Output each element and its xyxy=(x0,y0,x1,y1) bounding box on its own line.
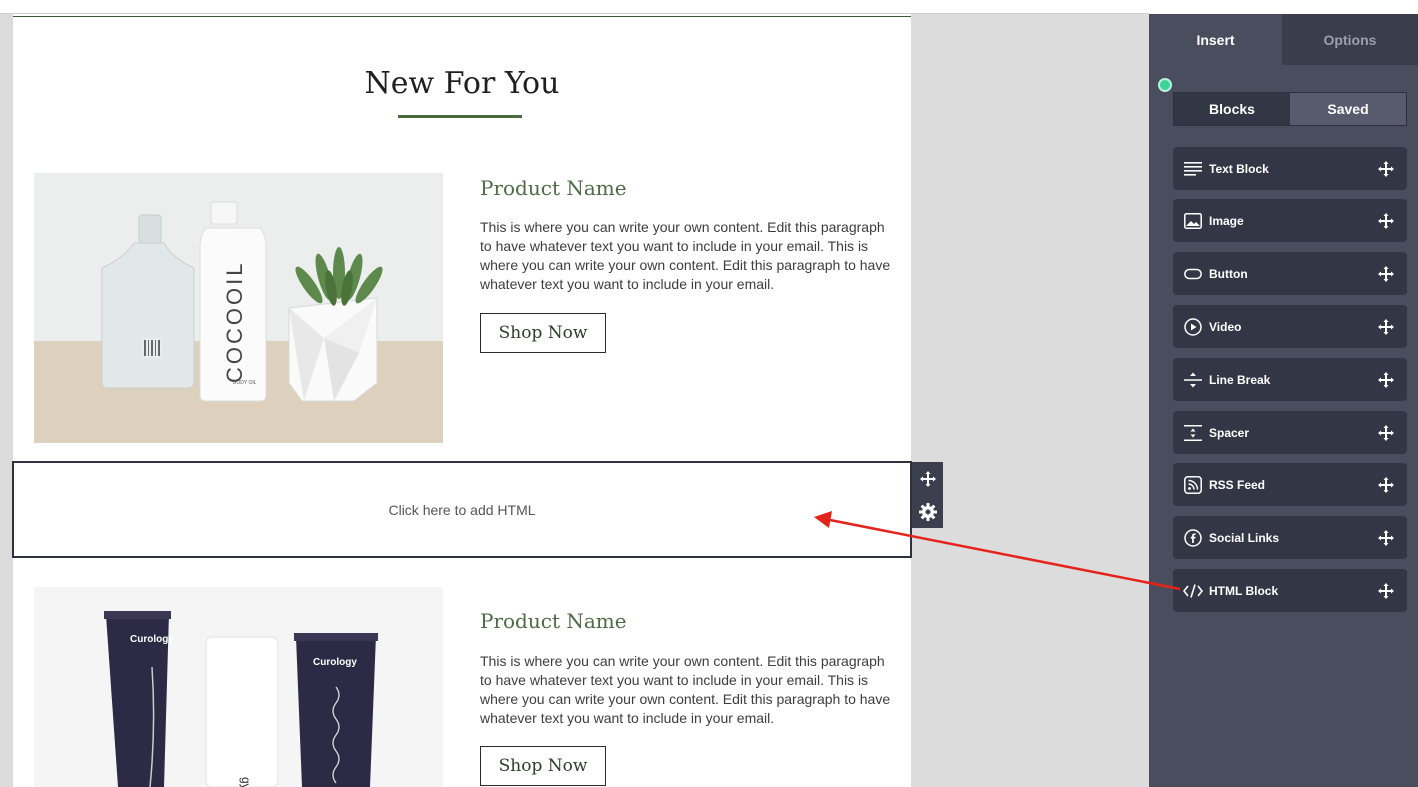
block-item-label: HTML Block xyxy=(1209,583,1279,598)
section-heading[interactable]: New For You xyxy=(13,66,911,101)
block-item-html-block[interactable]: HTML Block xyxy=(1173,569,1407,612)
drag-handle-icon[interactable] xyxy=(1375,424,1397,441)
product-image-body-oil[interactable]: COCOOIL BODY OIL xyxy=(34,173,443,443)
block-toolbar xyxy=(912,462,943,528)
bottle-brand-text: COCOOIL xyxy=(222,261,247,383)
drag-handle-icon[interactable] xyxy=(1375,529,1397,546)
body-oil-photo: COCOOIL BODY OIL xyxy=(34,173,443,443)
product-title-2[interactable]: Product Name xyxy=(480,609,627,633)
drag-handle-icon[interactable] xyxy=(1375,582,1397,599)
panel-top-strip xyxy=(1149,0,1418,14)
block-item-social-links[interactable]: Social Links xyxy=(1173,516,1407,559)
move-icon xyxy=(919,470,936,487)
block-settings-button[interactable] xyxy=(912,495,943,528)
heading-underline xyxy=(398,115,522,118)
block-item-image[interactable]: Image xyxy=(1173,199,1407,242)
drag-handle-icon[interactable] xyxy=(1375,318,1397,335)
panel-tabs: Insert Options xyxy=(1149,14,1418,65)
product-description-2[interactable]: This is where you can write your own con… xyxy=(480,652,892,728)
curology-photo: Curology gy Curology xyxy=(34,587,443,787)
shop-now-button[interactable]: Shop Now xyxy=(480,313,606,353)
product-image-curology[interactable]: Curology gy Curology xyxy=(34,587,443,787)
drag-handle-icon[interactable] xyxy=(1375,265,1397,282)
block-item-rss-feed[interactable]: RSS Feed xyxy=(1173,463,1407,506)
drag-handle-icon[interactable] xyxy=(1375,212,1397,229)
tube-brand-text: Curology xyxy=(130,634,174,645)
email-top-divider xyxy=(13,16,911,17)
code-icon xyxy=(1182,580,1204,602)
image-icon xyxy=(1182,210,1204,232)
block-item-spacer[interactable]: Spacer xyxy=(1173,411,1407,454)
html-block-placeholder: Click here to add HTML xyxy=(388,501,536,518)
button-pill-icon xyxy=(1182,263,1204,285)
drag-handle-icon[interactable] xyxy=(1375,371,1397,388)
text-lines-icon xyxy=(1182,158,1204,180)
drag-handle-icon[interactable] xyxy=(1375,160,1397,177)
bottle-side-text: gy xyxy=(239,777,253,787)
block-item-label: Line Break xyxy=(1209,372,1271,387)
tab-insert[interactable]: Insert xyxy=(1149,14,1282,65)
block-item-label: Image xyxy=(1209,213,1244,228)
status-indicator xyxy=(1158,78,1172,92)
block-item-video[interactable]: Video xyxy=(1173,305,1407,348)
block-item-label: Video xyxy=(1209,319,1242,334)
segment-blocks[interactable]: Blocks xyxy=(1174,93,1290,125)
editor-canvas: New For You COCOOIL BODY OIL Product Nam… xyxy=(0,14,1149,787)
block-item-label: RSS Feed xyxy=(1209,477,1266,492)
move-block-button[interactable] xyxy=(912,462,943,495)
gear-icon xyxy=(918,502,937,521)
facebook-circle-icon xyxy=(1182,527,1204,549)
block-item-button[interactable]: Button xyxy=(1173,252,1407,295)
play-circle-icon xyxy=(1182,316,1204,338)
block-item-label: Button xyxy=(1209,266,1248,281)
insert-panel: Insert Options Blocks Saved Text Block I… xyxy=(1149,14,1418,787)
block-item-label: Text Block xyxy=(1209,161,1269,176)
segment-saved[interactable]: Saved xyxy=(1290,93,1406,125)
line-break-icon xyxy=(1182,369,1204,391)
block-item-text-block[interactable]: Text Block xyxy=(1173,147,1407,190)
top-toolbar-strip xyxy=(0,0,1149,14)
product-title[interactable]: Product Name xyxy=(480,176,627,200)
drag-handle-icon[interactable] xyxy=(1375,476,1397,493)
block-item-line-break[interactable]: Line Break xyxy=(1173,358,1407,401)
block-item-label: Spacer xyxy=(1209,425,1250,440)
spacer-icon xyxy=(1182,422,1204,444)
tube-brand-text-2: Curology xyxy=(313,657,357,668)
tab-options[interactable]: Options xyxy=(1282,14,1418,65)
blocks-saved-toggle: Blocks Saved xyxy=(1173,92,1407,126)
bottle-subtext: BODY OIL xyxy=(233,380,257,386)
block-item-label: Social Links xyxy=(1209,530,1280,545)
html-block-dropzone[interactable]: Click here to add HTML xyxy=(12,461,912,558)
rss-icon xyxy=(1182,474,1204,496)
product-description[interactable]: This is where you can write your own con… xyxy=(480,218,892,294)
shop-now-button-2[interactable]: Shop Now xyxy=(480,746,606,786)
email-body: New For You COCOOIL BODY OIL Product Nam… xyxy=(13,14,911,787)
